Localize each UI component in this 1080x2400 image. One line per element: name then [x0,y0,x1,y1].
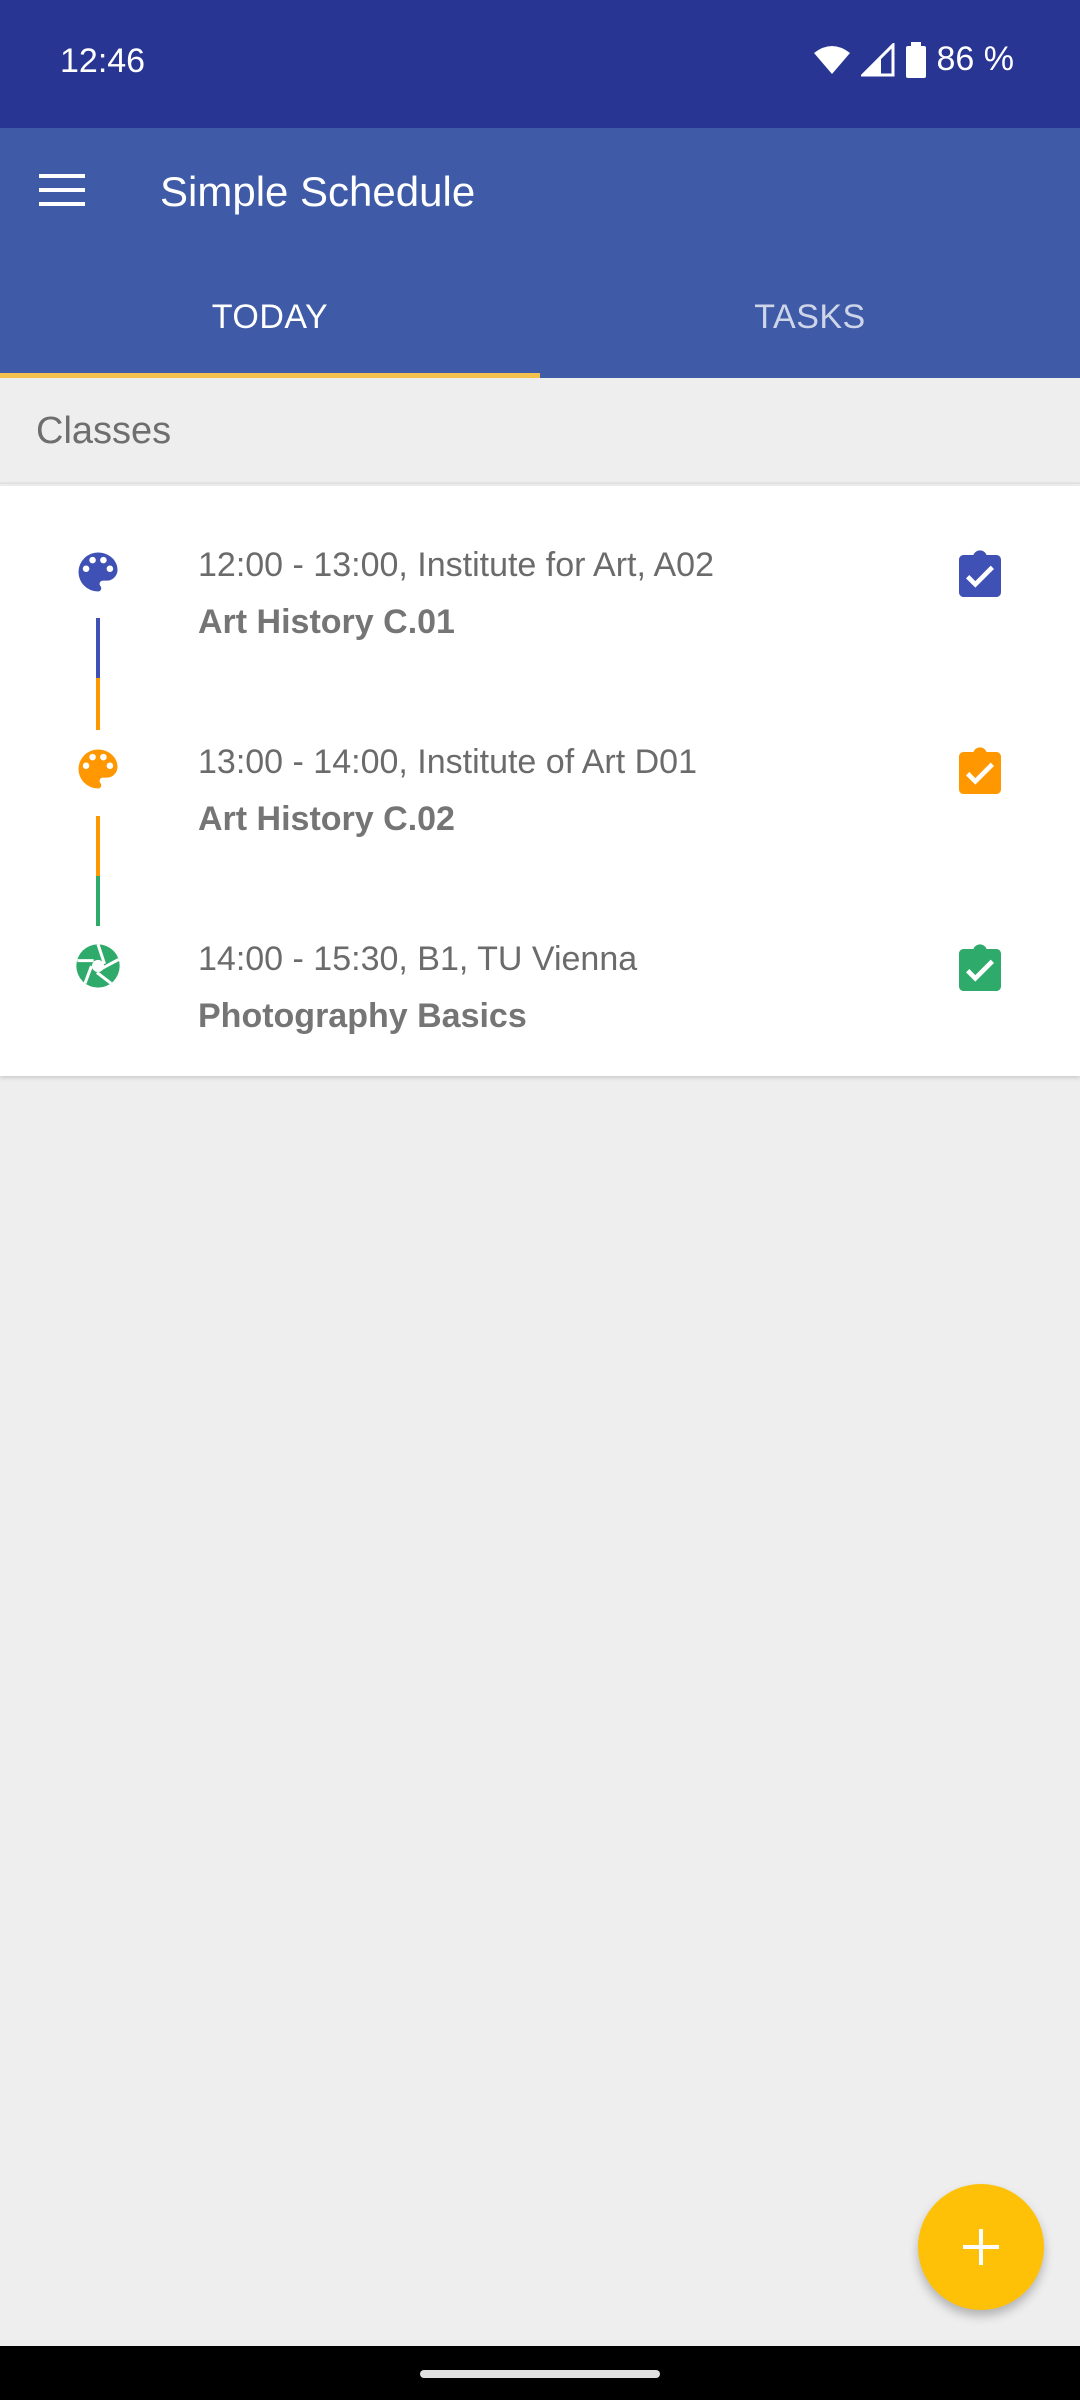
menu-button[interactable] [30,158,94,222]
section-header: Classes [0,378,1080,484]
status-icons: 86 % [813,40,1015,79]
tab-today[interactable]: TODAY [0,256,540,378]
wifi-icon [813,45,850,74]
clipboard-check-icon[interactable] [952,745,1008,801]
classes-card: 12:00 - 13:00, Institute for Art, A02 Ar… [0,486,1080,1076]
class-name: Art History C.02 [198,800,455,838]
status-time: 12:46 [60,42,146,80]
add-button[interactable] [918,2184,1044,2310]
home-gesture-handle[interactable] [420,2370,660,2378]
palette-icon [78,552,118,592]
clipboard-check-icon[interactable] [952,942,1008,998]
plus-icon [963,2229,999,2265]
tab-bar: TODAY TASKS [0,256,1080,378]
class-item[interactable]: 13:00 - 14:00, Institute of Art D01 Art … [0,683,1080,880]
class-item[interactable]: 12:00 - 13:00, Institute for Art, A02 Ar… [0,486,1080,683]
battery-percent: 86 % [936,40,1015,78]
status-bar: 12:46 86 % [0,0,1080,128]
app-title: Simple Schedule [160,168,476,215]
class-time: 14:00 - 15:30, B1, TU Vienna [198,940,638,978]
class-name: Photography Basics [198,997,527,1035]
navigation-bar [0,2346,1080,2400]
tab-today-label: TODAY [211,297,329,336]
signal-icon [860,42,894,76]
camera-aperture-icon [76,943,120,988]
tab-tasks[interactable]: TASKS [540,256,1080,378]
class-time: 12:00 - 13:00, Institute for Art, A02 [198,546,714,584]
app-bar: Simple Schedule TODAY TASKS [0,128,1080,378]
class-name: Art History C.01 [198,603,455,641]
battery-icon [905,41,926,78]
class-time: 13:00 - 14:00, Institute of Art D01 [198,743,697,781]
section-title: Classes [36,410,172,452]
palette-icon [78,749,118,789]
tab-tasks-label: TASKS [754,297,866,336]
menu-icon [39,174,85,206]
class-item[interactable]: 14:00 - 15:30, B1, TU Vienna Photography… [0,880,1080,1077]
clipboard-check-icon[interactable] [952,548,1008,604]
